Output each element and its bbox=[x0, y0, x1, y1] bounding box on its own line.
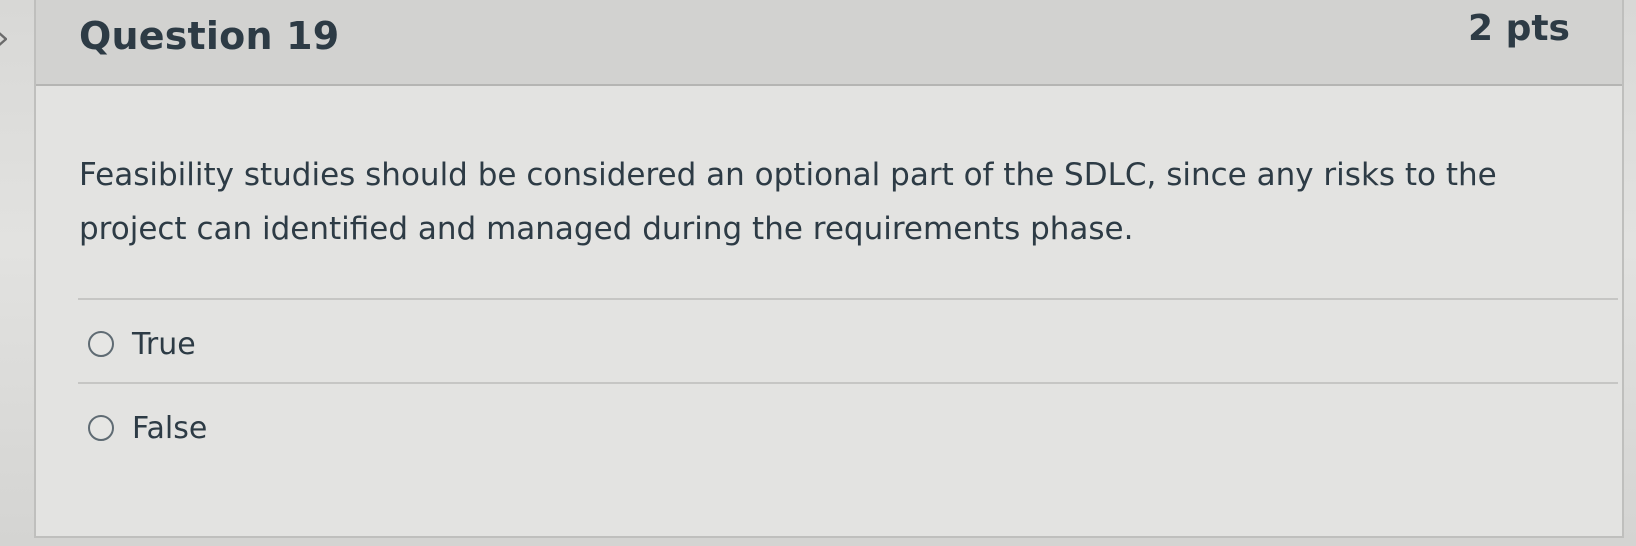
answer-label-false: False bbox=[132, 410, 208, 446]
question-text: Feasibility studies should be considered… bbox=[79, 157, 1497, 247]
radio-button-false[interactable] bbox=[88, 415, 114, 441]
question-title: Question 19 bbox=[79, 14, 340, 58]
question-points: 2 pts bbox=[1468, 8, 1570, 49]
answer-option-false[interactable]: False bbox=[88, 406, 207, 450]
question-body: Feasibility studies should be considered… bbox=[36, 86, 1622, 538]
answer-label-true: True bbox=[132, 326, 196, 362]
radio-button-true[interactable] bbox=[88, 331, 114, 357]
question-card: Question 19 2 pts Feasibility studies sh… bbox=[34, 0, 1624, 538]
chevron-right-icon[interactable]: › bbox=[0, 18, 18, 58]
quiz-page: › Question 19 2 pts Feasibility studies … bbox=[0, 0, 1636, 546]
answer-divider bbox=[78, 382, 1618, 384]
question-header: Question 19 2 pts bbox=[36, 0, 1622, 86]
answer-option-true[interactable]: True bbox=[88, 322, 196, 366]
answer-divider bbox=[78, 298, 1618, 300]
